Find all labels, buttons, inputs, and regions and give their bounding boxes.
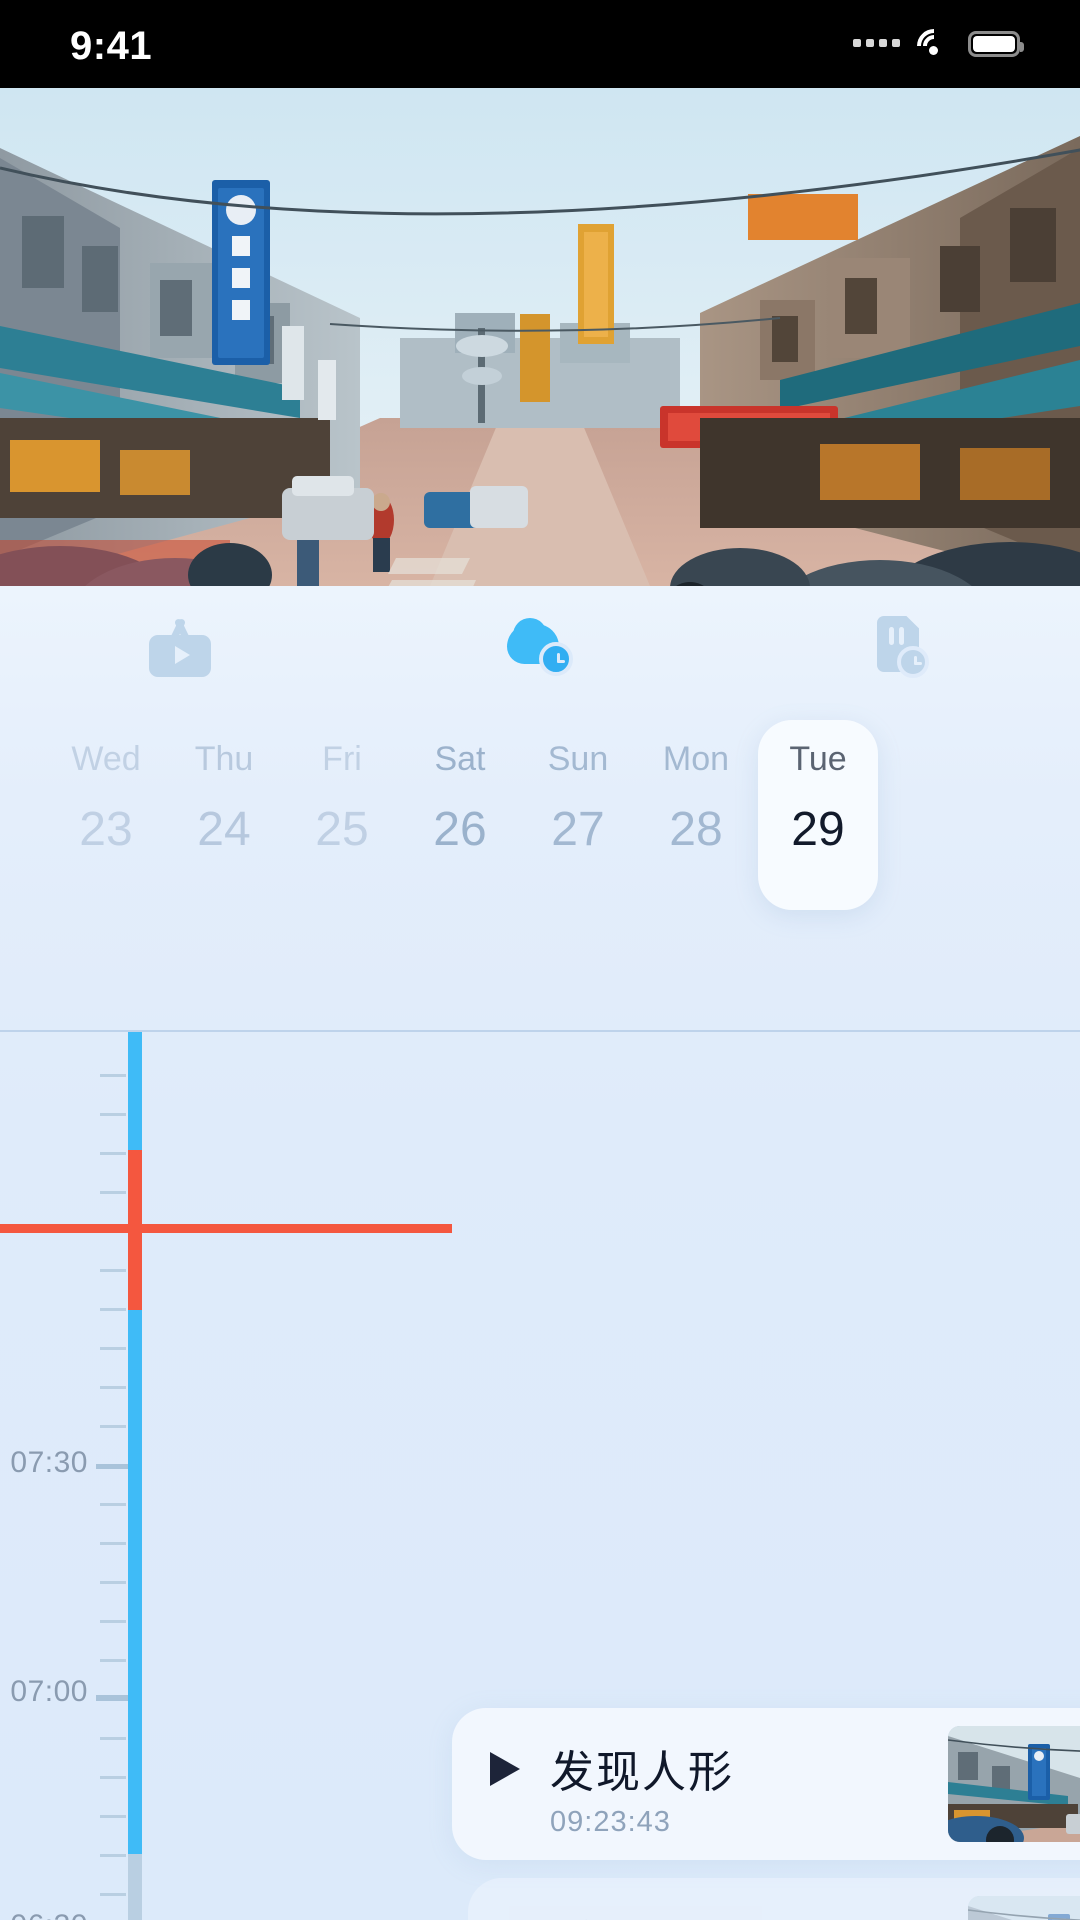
signal-dots-icon xyxy=(853,39,900,49)
sdcard-clock-icon xyxy=(871,616,929,678)
date-cell-23[interactable]: Wed 23 xyxy=(46,720,166,910)
cloud-clock-icon xyxy=(505,618,575,676)
date-weekday: Wed xyxy=(71,740,141,778)
snapshot-image xyxy=(0,88,1080,586)
live-camera-snapshot[interactable] xyxy=(0,88,1080,586)
date-day-number: 23 xyxy=(79,803,133,856)
date-weekday: Thu xyxy=(194,740,254,778)
battery-icon xyxy=(968,31,1024,57)
status-bar-clock: 9:41 xyxy=(70,24,153,68)
tab-playback[interactable] xyxy=(120,612,240,682)
date-day-number: 25 xyxy=(315,803,369,856)
date-weekday: Tue xyxy=(789,740,847,778)
event-card[interactable]: 发现人形09:23:43 23" xyxy=(468,1878,1080,1920)
date-cell-28[interactable]: Mon 28 xyxy=(636,720,756,910)
date-cell-26[interactable]: Sat 26 xyxy=(400,720,520,910)
event-card[interactable]: 发现人形 09:23:43 23" xyxy=(452,1708,1080,1860)
date-weekday: Sat xyxy=(434,740,486,778)
event-list: 发现人形 09:23:43 23" 发现人形 xyxy=(0,1032,1080,1920)
play-triangle-icon[interactable] xyxy=(490,1752,520,1786)
event-thumbnail[interactable]: 23" xyxy=(968,1896,1080,1920)
cloud-playback-panel: Wed 23 Thu 24 Fri 25 Sat 26 Sun 27 Mon 28 Tue 29 07:3… xyxy=(0,586,1080,1920)
date-weekday: Fri xyxy=(322,740,362,778)
date-cell-29[interactable]: Tue 29 xyxy=(758,720,878,910)
date-day-number: 28 xyxy=(669,803,723,856)
event-timestamp: 09:23:43 xyxy=(550,1806,671,1838)
tab-sdcard[interactable] xyxy=(840,612,960,682)
date-cell-25[interactable]: Fri 25 xyxy=(282,720,402,910)
wifi-icon xyxy=(909,21,959,71)
event-thumbnail[interactable]: 23" xyxy=(948,1726,1080,1842)
date-selector[interactable]: Wed 23 Thu 24 Fri 25 Sat 26 Sun 27 Mon 28 Tue 29 xyxy=(0,702,1080,1030)
date-weekday: Mon xyxy=(662,740,730,778)
event-title: 发现人形 xyxy=(550,1747,734,1798)
date-weekday: Sun xyxy=(547,740,609,778)
date-cell-27[interactable]: Sun 27 xyxy=(518,720,638,910)
status-bar: 9:41 xyxy=(0,0,1080,88)
tab-cloud[interactable] xyxy=(480,612,600,682)
date-day-number: 24 xyxy=(197,803,251,856)
tv-play-icon xyxy=(149,617,211,677)
date-cell-24[interactable]: Thu 24 xyxy=(164,720,284,910)
status-bar-indicators xyxy=(853,21,1024,71)
date-day-number: 26 xyxy=(433,803,487,856)
event-title: 发现人形 xyxy=(566,1906,750,1920)
date-day-number: 27 xyxy=(551,803,605,856)
date-day-number: 29 xyxy=(791,803,845,856)
mode-tab-bar xyxy=(0,586,1080,702)
